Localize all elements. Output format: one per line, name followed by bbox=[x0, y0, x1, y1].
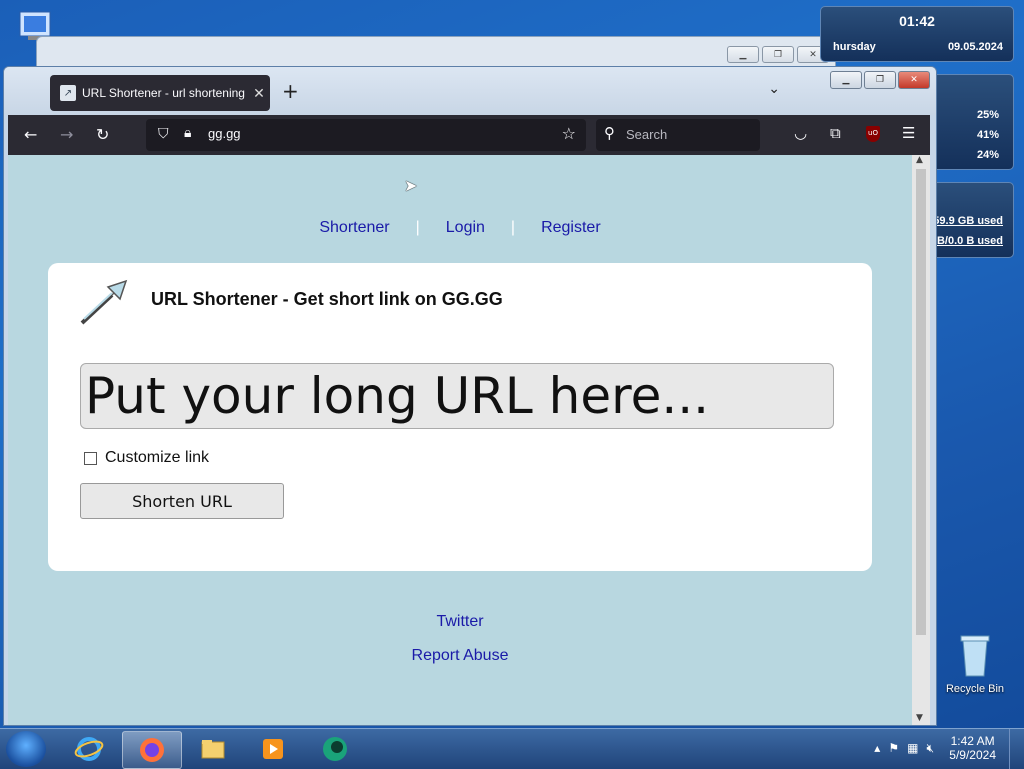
footer-report: Report Abuse bbox=[8, 647, 912, 665]
new-tab-button[interactable]: + bbox=[282, 79, 299, 103]
gadget-day: hursday bbox=[833, 41, 876, 53]
customize-link-label[interactable]: Customize link bbox=[105, 449, 209, 467]
bookmark-star-icon[interactable]: ☆ bbox=[562, 124, 576, 143]
recycle-bin[interactable]: Recycle Bin bbox=[942, 630, 1008, 695]
scroll-down-arrow-icon[interactable]: ▼ bbox=[916, 713, 923, 723]
cpu-usage-row: 41% bbox=[976, 129, 999, 141]
action-center-flag-icon[interactable]: ⚑ bbox=[888, 741, 899, 756]
media-player-icon bbox=[263, 739, 283, 759]
file-explorer-icon bbox=[201, 740, 225, 759]
volume-muted-icon[interactable]: 🔇︎ bbox=[926, 741, 934, 756]
search-icon: ⚲ bbox=[604, 124, 615, 142]
nav-link-login[interactable]: Login bbox=[446, 219, 485, 236]
list-all-tabs-icon[interactable]: ⌄ bbox=[768, 81, 780, 97]
restore-icon[interactable]: ❐ bbox=[762, 46, 794, 63]
window-controls: ▁ ❐ ✕ bbox=[830, 71, 930, 89]
tab-title: URL Shortener - url shortening bbox=[82, 86, 245, 100]
navigation-toolbar: ← → ↻ ⛉ 🔒︎ gg.gg ☆ ⚲ Search ◡ ⧉ uO ☰ bbox=[8, 115, 930, 155]
page-content: Shortener | Login | Register URL Shortener -… bbox=[8, 155, 912, 725]
scroll-up-arrow-icon[interactable]: ▲ bbox=[916, 155, 923, 165]
taskbar-clock[interactable]: 1:42 AM 5/9/2024 bbox=[949, 734, 996, 762]
minimize-button[interactable]: ▁ bbox=[830, 71, 862, 89]
clock-gadget: 01:42 hursday 09.05.2024 bbox=[820, 6, 1014, 62]
customize-link-checkbox[interactable] bbox=[84, 451, 97, 465]
taskbar-internet-explorer[interactable] bbox=[60, 731, 118, 767]
scrollbar-thumb[interactable] bbox=[916, 169, 926, 635]
url-text[interactable]: gg.gg bbox=[208, 126, 241, 141]
extensions-icon[interactable]: ⧉ bbox=[830, 124, 841, 142]
minimize-icon[interactable]: ▁ bbox=[727, 46, 759, 63]
firefox-icon bbox=[140, 738, 164, 762]
ublock-origin-icon[interactable]: uO bbox=[866, 126, 880, 142]
taskbar: ▴ ⚑ ▦ 🔇︎ 1:42 AM 5/9/2024 bbox=[0, 728, 1024, 769]
search-bar[interactable]: ⚲ Search bbox=[596, 119, 760, 151]
nav-separator: | bbox=[415, 219, 420, 236]
system-tray: ▴ ⚑ ▦ 🔇︎ bbox=[874, 741, 934, 756]
address-bar[interactable]: ⛉ 🔒︎ gg.gg ☆ bbox=[146, 119, 586, 151]
nav-link-register[interactable]: Register bbox=[541, 219, 601, 236]
tab-close-icon[interactable]: ✕ bbox=[248, 85, 270, 102]
restore-button[interactable]: ❐ bbox=[864, 71, 896, 89]
app-icon bbox=[323, 737, 347, 761]
taskbar-time: 1:42 AM bbox=[950, 734, 995, 748]
back-arrow-icon[interactable]: ← bbox=[24, 125, 37, 144]
start-button[interactable] bbox=[6, 731, 46, 767]
cpu-usage-row: 24% bbox=[976, 149, 999, 161]
background-window-controls: ▁ ❐ ✕ bbox=[727, 46, 829, 63]
cpu-usage-row: 25% bbox=[976, 109, 999, 121]
gadget-time: 01:42 bbox=[899, 13, 935, 29]
close-button[interactable]: ✕ bbox=[898, 71, 930, 89]
network-icon[interactable]: ▦ bbox=[907, 741, 918, 756]
mouse-cursor-icon: ➤ bbox=[404, 176, 418, 195]
page-title: URL Shortener - Get short link on GG.GG bbox=[151, 289, 503, 309]
show-hidden-icons-icon[interactable]: ▴ bbox=[874, 741, 880, 756]
nav-link-shortener[interactable]: Shortener bbox=[319, 219, 389, 236]
report-abuse-link[interactable]: Report Abuse bbox=[412, 647, 509, 664]
taskbar-file-explorer[interactable] bbox=[184, 731, 242, 767]
browser-tab[interactable]: ↗ URL Shortener - url shortening ✕ bbox=[50, 75, 270, 111]
taskbar-date: 5/9/2024 bbox=[949, 748, 996, 762]
top-navigation: Shortener | Login | Register bbox=[8, 219, 912, 237]
shortener-card: URL Shortener - Get short link on GG.GG … bbox=[48, 263, 872, 571]
show-desktop-button[interactable] bbox=[1009, 729, 1024, 769]
tracking-protection-shield-icon[interactable]: ⛉ bbox=[158, 126, 169, 142]
disk-usage-row[interactable]: 0 B/0.0 B used bbox=[928, 235, 1003, 247]
search-placeholder: Search bbox=[626, 127, 668, 142]
forward-arrow-icon[interactable]: → bbox=[60, 125, 73, 144]
taskbar-app[interactable] bbox=[306, 731, 364, 767]
arrow-logo-icon bbox=[80, 279, 128, 325]
internet-explorer-icon bbox=[74, 737, 104, 761]
taskbar-firefox[interactable] bbox=[122, 731, 182, 769]
favicon-icon: ↗ bbox=[60, 85, 76, 101]
lock-icon[interactable]: 🔒︎ bbox=[184, 125, 191, 141]
nav-separator: | bbox=[510, 219, 516, 236]
browser-titlebar[interactable]: ↗ URL Shortener - url shortening ✕ + ⌄ ▁… bbox=[4, 67, 936, 115]
reload-icon[interactable]: ↻ bbox=[96, 125, 109, 144]
recycle-bin-icon bbox=[960, 635, 990, 677]
footer-twitter: Twitter bbox=[8, 613, 912, 631]
long-url-input[interactable] bbox=[80, 363, 834, 429]
browser-window: ↗ URL Shortener - url shortening ✕ + ⌄ ▁… bbox=[3, 66, 937, 726]
pocket-icon[interactable]: ◡ bbox=[794, 124, 807, 142]
vertical-scrollbar[interactable]: ▲ ▼ bbox=[912, 155, 930, 725]
taskbar-media-player[interactable] bbox=[244, 731, 302, 767]
recycle-bin-label: Recycle Bin bbox=[945, 683, 1005, 695]
customize-link-option[interactable]: Customize link bbox=[84, 449, 209, 467]
twitter-link[interactable]: Twitter bbox=[436, 613, 483, 630]
gadget-date: 09.05.2024 bbox=[947, 41, 1003, 53]
menu-hamburger-icon[interactable]: ☰ bbox=[902, 124, 915, 142]
shorten-url-button[interactable]: Shorten URL bbox=[80, 483, 284, 519]
